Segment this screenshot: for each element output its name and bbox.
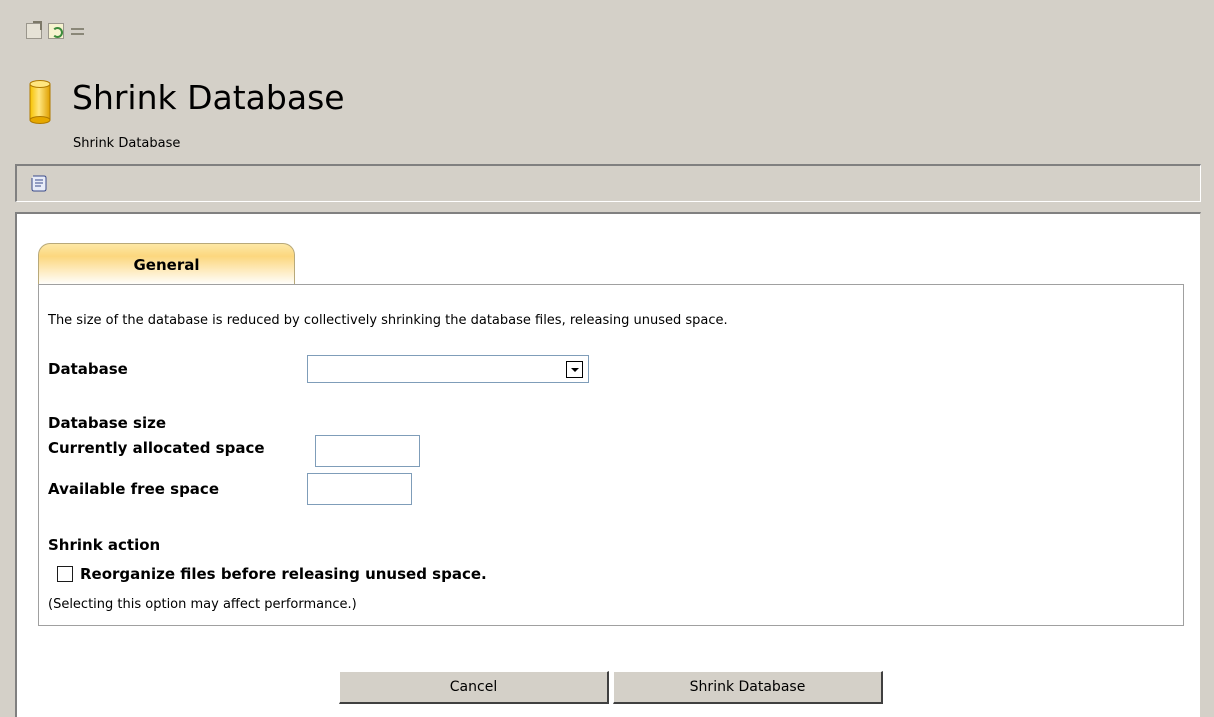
free-space-field[interactable] [307,473,412,505]
reorganize-label[interactable]: Reorganize files before releasing unused… [80,565,487,583]
tab-general-label: General [133,256,200,274]
reorganize-checkbox[interactable] [57,566,73,582]
database-select[interactable] [307,355,589,383]
script-icon[interactable] [29,173,49,193]
action-bar [15,164,1201,202]
sync-icon[interactable] [70,23,86,39]
refresh-icon[interactable] [48,23,64,39]
allocated-space-label: Currently allocated space [48,439,265,457]
shrink-database-button[interactable]: Shrink Database [613,671,883,704]
page-subtitle: Shrink Database [73,136,181,151]
description-text: The size of the database is reduced by c… [48,313,728,328]
database-label: Database [48,360,128,378]
database-icon [29,80,51,124]
page-title: Shrink Database [72,78,345,117]
export-icon[interactable] [26,23,42,39]
free-space-label: Available free space [48,480,219,498]
top-toolbar [26,22,86,40]
chevron-down-icon[interactable] [566,361,583,378]
tab-general[interactable]: General [38,243,295,285]
allocated-space-field[interactable] [315,435,420,467]
cancel-button[interactable]: Cancel [339,671,609,704]
reorganize-option[interactable]: Reorganize files before releasing unused… [57,565,487,583]
database-size-heading: Database size [48,414,167,432]
shrink-action-heading: Shrink action [48,536,161,554]
performance-note: (Selecting this option may affect perfor… [48,597,357,612]
